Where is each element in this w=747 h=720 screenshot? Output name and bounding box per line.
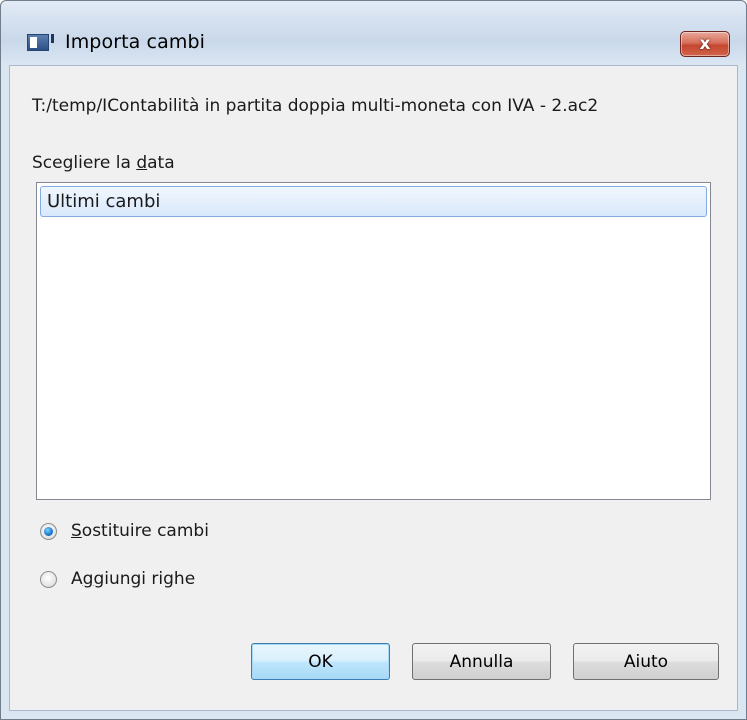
dialog-window: Importa cambi x T:/temp/IContabilità in … xyxy=(0,0,747,720)
date-list-label: Scegliere la data xyxy=(32,153,175,173)
radio-aggiungi-righe[interactable]: Aggiungi righe xyxy=(40,569,195,589)
list-item-ultimi-cambi[interactable]: Ultimi cambi xyxy=(40,186,707,217)
ok-button[interactable]: OK xyxy=(251,643,390,680)
radio-aggiungi-righe-label: Aggiungi righe xyxy=(71,569,195,589)
close-button[interactable]: x xyxy=(680,31,730,57)
help-button[interactable]: Aiuto xyxy=(573,643,719,680)
radio-sostituire-cambi-label: Sostituire cambi xyxy=(71,521,209,541)
date-list-label-prefix: Scegliere la xyxy=(32,153,137,173)
add-mnemonic: g xyxy=(82,569,94,589)
date-list-label-suffix: ata xyxy=(147,153,175,173)
radio-sostituire-cambi[interactable]: Sostituire cambi xyxy=(40,521,209,541)
app-window-icon xyxy=(27,34,54,51)
replace-rest: ostituire cambi xyxy=(81,521,209,541)
cancel-button[interactable]: Annulla xyxy=(412,643,551,680)
replace-mnemonic: S xyxy=(71,521,82,541)
file-path-label: T:/temp/IContabilità in partita doppia m… xyxy=(32,96,599,116)
window-title: Importa cambi xyxy=(65,31,205,53)
dialog-body: T:/temp/IContabilità in partita doppia m… xyxy=(9,65,738,711)
date-listbox[interactable]: Ultimi cambi xyxy=(36,182,711,500)
date-list-label-mnemonic: d xyxy=(136,153,148,173)
radio-checked-icon[interactable] xyxy=(40,522,57,540)
radio-unchecked-icon[interactable] xyxy=(40,570,57,588)
add-prefix: A xyxy=(71,569,83,589)
close-icon: x xyxy=(699,33,711,54)
add-rest: giungi righe xyxy=(93,569,196,589)
title-bar[interactable]: Importa cambi x xyxy=(1,1,746,65)
